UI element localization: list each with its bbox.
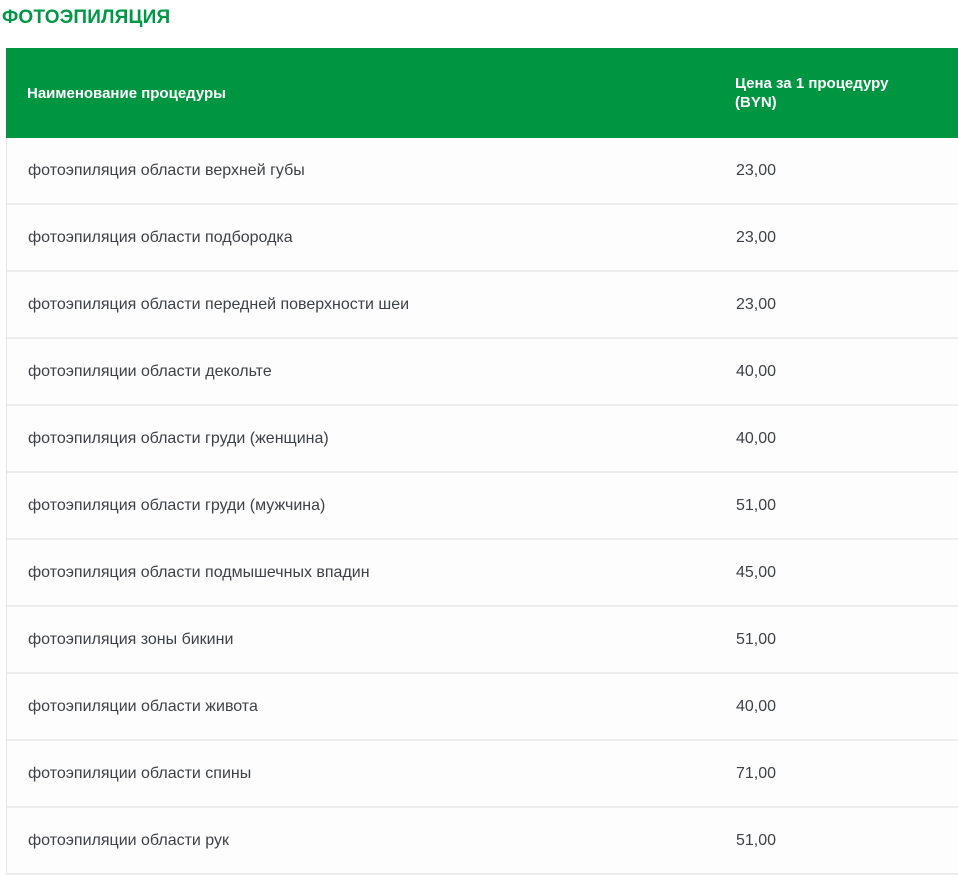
price-cell: 51,00 — [715, 831, 958, 851]
price-cell: 40,00 — [715, 697, 958, 717]
price-table: Наименование процедуры Цена за 1 процеду… — [6, 48, 958, 875]
table-row: фотоэпиляции области декольте 40,00 — [7, 339, 958, 406]
table-row: фотоэпиляция области подбородка 23,00 — [7, 205, 958, 272]
table-body: фотоэпиляция области верхней губы 23,00 … — [6, 138, 958, 875]
table-row: фотоэпиляции области спины 71,00 — [7, 741, 958, 808]
page-title: ФОТОЭПИЛЯЦИЯ — [0, 0, 958, 28]
procedure-name-cell: фотоэпиляция области подбородка — [7, 228, 715, 248]
procedure-name-cell: фотоэпиляция области груди (женщина) — [7, 429, 715, 449]
procedure-name-cell: фотоэпиляция области груди (мужчина) — [7, 496, 715, 516]
table-row: фотоэпиляция области груди (мужчина) 51,… — [7, 473, 958, 540]
price-cell: 40,00 — [715, 429, 958, 449]
procedure-name-cell: фотоэпиляция области подмышечных впадин — [7, 563, 715, 583]
table-row: фотоэпиляция области передней поверхност… — [7, 272, 958, 339]
price-cell: 71,00 — [715, 764, 958, 784]
table-row: фотоэпиляция зоны бикини 51,00 — [7, 607, 958, 674]
column-header-price-label: Цена за 1 процедуру (BYN) — [735, 74, 910, 112]
procedure-name-cell: фотоэпиляция области передней поверхност… — [7, 295, 715, 315]
procedure-name-cell: фотоэпиляции области декольте — [7, 362, 715, 382]
procedure-name-cell: фотоэпиляции области живота — [7, 697, 715, 717]
procedure-name-cell: фотоэпиляции области рук — [7, 831, 715, 851]
price-cell: 23,00 — [715, 161, 958, 181]
price-cell: 23,00 — [715, 228, 958, 248]
price-cell: 51,00 — [715, 630, 958, 650]
table-row: фотоэпиляции области живота 40,00 — [7, 674, 958, 741]
table-row: фотоэпиляция области верхней губы 23,00 — [7, 138, 958, 205]
table-row: фотоэпиляции области рук 51,00 — [7, 808, 958, 875]
table-header-row: Наименование процедуры Цена за 1 процеду… — [6, 48, 958, 138]
column-header-price: Цена за 1 процедуру (BYN) — [714, 74, 958, 112]
price-cell: 23,00 — [715, 295, 958, 315]
column-header-procedure-name: Наименование процедуры — [6, 84, 714, 103]
price-cell: 40,00 — [715, 362, 958, 382]
procedure-name-cell: фотоэпиляция зоны бикини — [7, 630, 715, 650]
table-row: фотоэпиляция области груди (женщина) 40,… — [7, 406, 958, 473]
table-row: фотоэпиляция области подмышечных впадин … — [7, 540, 958, 607]
procedure-name-cell: фотоэпиляция области верхней губы — [7, 161, 715, 181]
price-cell: 45,00 — [715, 563, 958, 583]
procedure-name-cell: фотоэпиляции области спины — [7, 764, 715, 784]
price-cell: 51,00 — [715, 496, 958, 516]
